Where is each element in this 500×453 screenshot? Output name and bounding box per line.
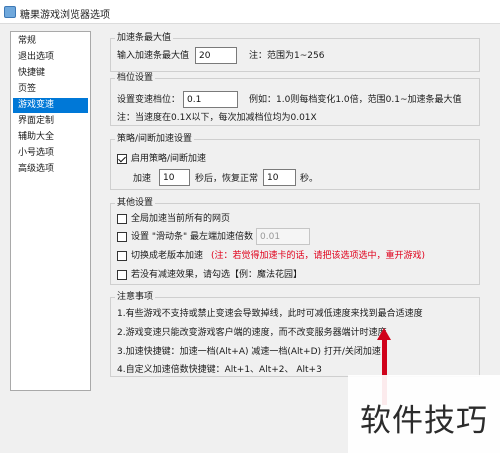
no-slowdown-label[interactable]: 若没有减速效果，请勾选【例：魔法花园】 [131,269,302,281]
group-legend: 其他设置 [115,197,156,209]
sidebar-item-general[interactable]: 常规 [13,34,88,49]
group-step: 档位设置 设置变速档位： 例如：1.0则每档变化1.0倍，范围0.1~加速条最大… [110,72,480,126]
watermark-text: 软件技巧 [360,403,488,439]
sidebar-item-exit-options[interactable]: 退出选项 [13,50,88,65]
sidebar-category-list[interactable]: 常规 退出选项 快捷键 页签 游戏变速 界面定制 辅助大全 小号选项 高级选项 [10,31,91,391]
window-title: 糖果游戏浏览器选项 [20,10,110,21]
old-version-note: (注：若觉得加速卡的话，请把该选项选中，重开游戏) [211,251,426,261]
sidebar-item-tabs[interactable]: 页签 [13,82,88,97]
step-note: 注：当速度在0.1X以下，每次加减档位均为0.01X [117,113,317,123]
group-legend: 注意事项 [115,291,156,303]
accel-max-label: 输入加速条最大值 [117,51,190,61]
group-legend: 策略/间断加速设置 [115,133,195,145]
sidebar-item-advanced[interactable]: 高级选项 [13,162,88,177]
sidebar-item-helpers[interactable]: 辅助大全 [13,130,88,145]
global-accel-checkbox[interactable] [117,214,127,224]
window-titlebar[interactable]: 糖果游戏浏览器选项 [0,0,500,24]
note-line: 4.自定义加速倍数快捷键：Alt+1、Alt+2、 Alt+3 [117,365,322,375]
old-version-checkbox[interactable] [117,251,127,261]
strategy-speed-seconds-input[interactable] [159,169,190,186]
slider-multiplier-input[interactable] [256,228,310,245]
slider-multiplier-checkbox[interactable] [117,232,127,242]
slider-multiplier-label[interactable]: 设置 "滑动条" 最左端加速倍数 [131,231,253,243]
note-line: 3.加速快捷键：加速一档(Alt+A) 减速一档(Alt+D) 打开/关闭加速 [117,347,381,357]
app-icon [4,6,16,18]
group-legend: 档位设置 [115,72,156,84]
sidebar-item-ui-custom[interactable]: 界面定制 [13,114,88,129]
step-input[interactable] [183,91,238,108]
strategy-speed-prefix: 加速 [133,174,152,184]
no-slowdown-checkbox[interactable] [117,270,127,280]
accel-max-note: 注：范围为1~256 [249,51,325,61]
global-accel-label[interactable]: 全局加速当前所有的网页 [131,213,230,225]
old-version-label[interactable]: 切换成老版本加速 [131,250,203,262]
annotation-arrow-head [377,328,391,340]
sidebar-item-game-speed[interactable]: 游戏变速 [13,98,88,113]
group-notes: 注意事项 1.有些游戏不支持或禁止变速会导致掉线，此时可减低速度来找到最合适速度… [110,291,480,377]
strategy-normal-seconds-input[interactable] [263,169,296,186]
accel-max-input[interactable] [195,47,237,64]
strategy-speed-mid: 秒后，恢复正常 [195,174,259,184]
note-line: 1.有些游戏不支持或禁止变速会导致掉线，此时可减低速度来找到最合适速度 [117,309,423,319]
sidebar-item-hotkeys[interactable]: 快捷键 [13,66,88,81]
group-strategy: 策略/间断加速设置 启用策略/间断加速 加速 秒后，恢复正常 秒。 [110,133,480,190]
step-example: 例如：1.0则每档变化1.0倍，范围0.1~加速条最大值 [249,95,462,105]
group-legend: 加速条最大值 [115,32,174,44]
strategy-enable-label[interactable]: 启用策略/间断加速 [131,153,206,165]
strategy-speed-suffix: 秒。 [300,174,319,184]
sidebar-item-alt-accounts[interactable]: 小号选项 [13,146,88,161]
group-other: 其他设置 全局加速当前所有的网页 设置 "滑动条" 最左端加速倍数 切换成老版本… [110,197,480,285]
strategy-enable-checkbox[interactable] [117,154,127,164]
group-accel-max: 加速条最大值 输入加速条最大值 注：范围为1~256 [110,32,480,72]
step-label: 设置变速档位： [117,95,181,105]
note-line: 2.游戏变速只能改变游戏客户端的速度，而不改变服务器端计时速度 [117,328,387,338]
